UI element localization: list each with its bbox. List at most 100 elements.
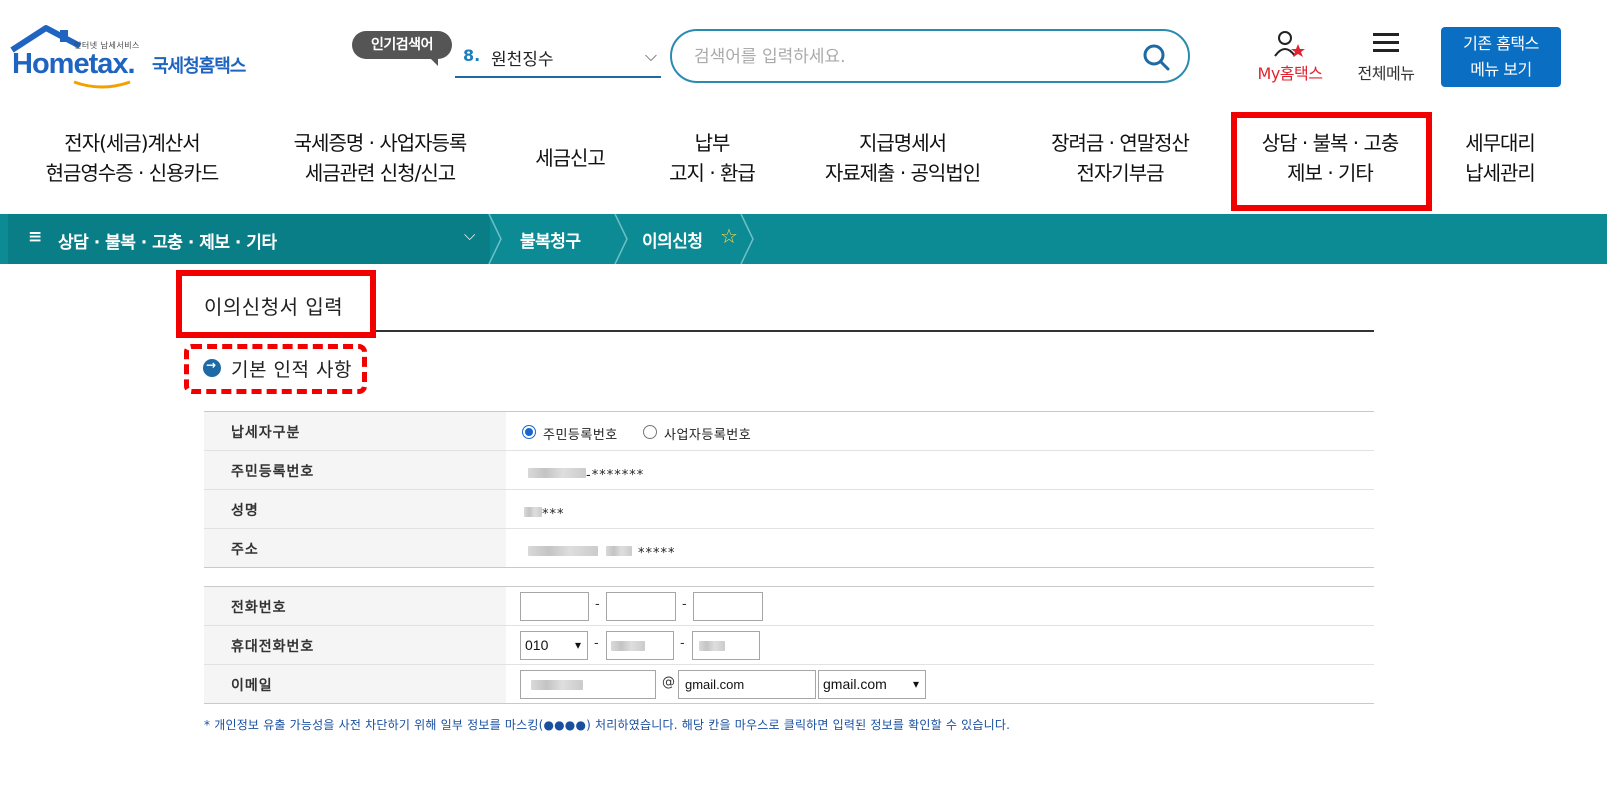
email-cell: @ gmail.com gmail.com ▾ xyxy=(506,665,1374,703)
table-row: 주소 ***** xyxy=(204,529,1374,568)
name-cell[interactable]: *** xyxy=(506,490,1374,528)
all-menu-button[interactable]: 전체메뉴 xyxy=(1345,30,1427,85)
masking-notice: * 개인정보 유출 가능성을 사전 차단하기 위해 일부 정보를 마스킹(●●●… xyxy=(204,718,1011,732)
phone-part2-input[interactable] xyxy=(606,592,676,621)
breadcrumb-category-label: 상담 · 불복 · 고충 · 제보 · 기타 xyxy=(58,233,277,253)
mobile-part3-input[interactable] xyxy=(692,631,760,660)
legacy-line2: 메뉴 보기 xyxy=(1470,60,1532,79)
blurred-text xyxy=(531,680,583,690)
popular-rank: 8. xyxy=(463,46,481,65)
basic-info-table: 납세자구분 주민등록번호 사업자등록번호 주민등록번호 -******* 성명 … xyxy=(204,411,1374,568)
search-icon[interactable] xyxy=(1142,43,1170,71)
legacy-line1: 기존 홈택스 xyxy=(1463,34,1539,53)
blurred-text xyxy=(606,546,632,556)
blurred-text xyxy=(699,641,725,651)
section-title: 기본 인적 사항 xyxy=(231,359,352,381)
address-mask: ***** xyxy=(638,546,676,561)
favorite-star-icon[interactable]: ☆ xyxy=(720,224,738,248)
mobile-part2-input[interactable] xyxy=(606,631,674,660)
blurred-text xyxy=(611,641,645,651)
table-row: 이메일 @ gmail.com gmail.com ▾ xyxy=(204,665,1374,704)
logo-swoosh-icon xyxy=(73,80,131,89)
mobile-label: 휴대전화번호 xyxy=(204,626,506,664)
radio-business[interactable] xyxy=(643,425,657,439)
name-label: 성명 xyxy=(204,490,506,528)
nav-highlight-box xyxy=(1231,112,1432,211)
mobile-dash: - xyxy=(594,636,599,651)
radio-business-label: 사업자등록번호 xyxy=(664,428,752,443)
contact-info-table: 전화번호 - - 휴대전화번호 010 ▾ - - 이메일 @ gmail.co… xyxy=(204,586,1374,704)
chevron-down-icon: ⌵ xyxy=(644,46,657,65)
mobile-prefix-value: 010 xyxy=(525,637,549,653)
chevron-down-icon: ⌵ xyxy=(464,226,476,244)
nav-payment-refund[interactable]: 납부 고지 · 환급 xyxy=(652,128,772,188)
table-row: 휴대전화번호 010 ▾ - - xyxy=(204,626,1374,665)
phone-label: 전화번호 xyxy=(204,587,506,625)
page-title-highlight: 이의신청서 입력 xyxy=(176,270,376,338)
mobile-prefix-select[interactable]: 010 ▾ xyxy=(520,631,588,660)
phone-part3-input[interactable] xyxy=(693,592,763,621)
hometax-logo[interactable]: 인터넷 납세서비스 Hometax. 국세청홈택스 xyxy=(10,24,280,90)
phone-dash: - xyxy=(682,597,687,612)
email-id-input[interactable] xyxy=(520,670,656,699)
menu-icon: ≡ xyxy=(28,227,43,247)
header: 인터넷 납세서비스 Hometax. 국세청홈택스 인기검색어 8. 원천징수 … xyxy=(0,0,1607,110)
popular-search-badge: 인기검색어 xyxy=(352,31,452,66)
breadcrumb-level3[interactable]: 이의신청 xyxy=(642,227,703,252)
email-domain-input[interactable]: gmail.com xyxy=(678,670,816,699)
breadcrumb-separator-icon xyxy=(488,214,502,264)
legacy-menu-button[interactable]: 기존 홈택스 메뉴 보기 xyxy=(1441,27,1561,87)
email-at: @ xyxy=(662,675,675,690)
table-row: 주민등록번호 -******* xyxy=(204,451,1374,490)
my-hometax-button[interactable]: My홈택스 xyxy=(1245,30,1335,85)
mobile-cell: 010 ▾ - - xyxy=(506,626,1374,664)
search-input[interactable] xyxy=(694,43,1114,71)
nav-certificate-registration[interactable]: 국세증명 · 사업자등록 세금관련 신청/신고 xyxy=(275,128,485,188)
popular-search-dropdown[interactable]: 8. 원천징수 ⌵ xyxy=(455,38,661,78)
chevron-down-icon: ▾ xyxy=(912,677,919,691)
email-label: 이메일 xyxy=(204,665,506,703)
breadcrumb-category-dropdown[interactable]: ≡ 상담 · 불복 · 고충 · 제보 · 기타 ⌵ xyxy=(8,214,490,264)
popular-term: 원천징수 xyxy=(491,50,554,70)
breadcrumb-separator-icon xyxy=(614,214,628,264)
table-row: 전화번호 - - xyxy=(204,587,1374,626)
logo-wordmark: Hometax. xyxy=(12,48,136,80)
page-title: 이의신청서 입력 xyxy=(204,295,344,319)
email-domain-select[interactable]: gmail.com ▾ xyxy=(818,670,926,699)
chevron-down-icon: ▾ xyxy=(574,638,581,652)
phone-cell: - - xyxy=(506,587,1374,625)
taxpayer-type-label: 납세자구분 xyxy=(204,412,506,450)
nav-etax-invoice[interactable]: 전자(세금)계산서 현금영수증 · 신용카드 xyxy=(32,128,232,188)
phone-dash: - xyxy=(595,597,600,612)
search-box xyxy=(670,29,1190,83)
section-highlight: 기본 인적 사항 xyxy=(184,344,367,394)
address-label: 주소 xyxy=(204,529,506,567)
resident-no-label: 주민등록번호 xyxy=(204,451,506,489)
arrow-circle-icon xyxy=(203,358,221,377)
mobile-dash: - xyxy=(680,636,685,651)
title-divider xyxy=(376,330,1374,332)
all-menu-label: 전체메뉴 xyxy=(1357,64,1415,83)
my-hometax-label: My홈택스 xyxy=(1257,64,1323,83)
blurred-text xyxy=(524,507,542,517)
blurred-text xyxy=(528,546,598,556)
radio-resident-label: 주민등록번호 xyxy=(543,428,618,443)
resident-no-mask: -******* xyxy=(586,468,645,483)
breadcrumb: ≡ 상담 · 불복 · 고충 · 제보 · 기타 ⌵ 불복청구 이의신청 ☆ xyxy=(0,214,1607,264)
breadcrumb-level2[interactable]: 불복청구 xyxy=(520,227,581,252)
logo-korean: 국세청홈택스 xyxy=(152,56,246,77)
blurred-text xyxy=(528,468,586,478)
breadcrumb-separator-icon xyxy=(740,214,754,264)
nav-payment-statement[interactable]: 지급명세서 자료제출 · 공익법인 xyxy=(805,128,1000,188)
phone-part1-input[interactable] xyxy=(520,592,589,621)
nav-tax-agent[interactable]: 세무대리 납세관리 xyxy=(1440,128,1560,188)
resident-no-cell[interactable]: -******* xyxy=(506,451,1374,489)
table-row: 성명 *** xyxy=(204,490,1374,529)
user-star-icon xyxy=(1274,31,1305,57)
nav-tax-filing[interactable]: 세금신고 xyxy=(520,143,620,173)
address-cell[interactable]: ***** xyxy=(506,529,1374,567)
nav-incentive-yearend[interactable]: 장려금 · 연말정산 전자기부금 xyxy=(1030,128,1210,188)
table-row: 납세자구분 주민등록번호 사업자등록번호 xyxy=(204,412,1374,451)
radio-resident[interactable] xyxy=(522,425,536,439)
hamburger-icon xyxy=(1373,33,1399,52)
